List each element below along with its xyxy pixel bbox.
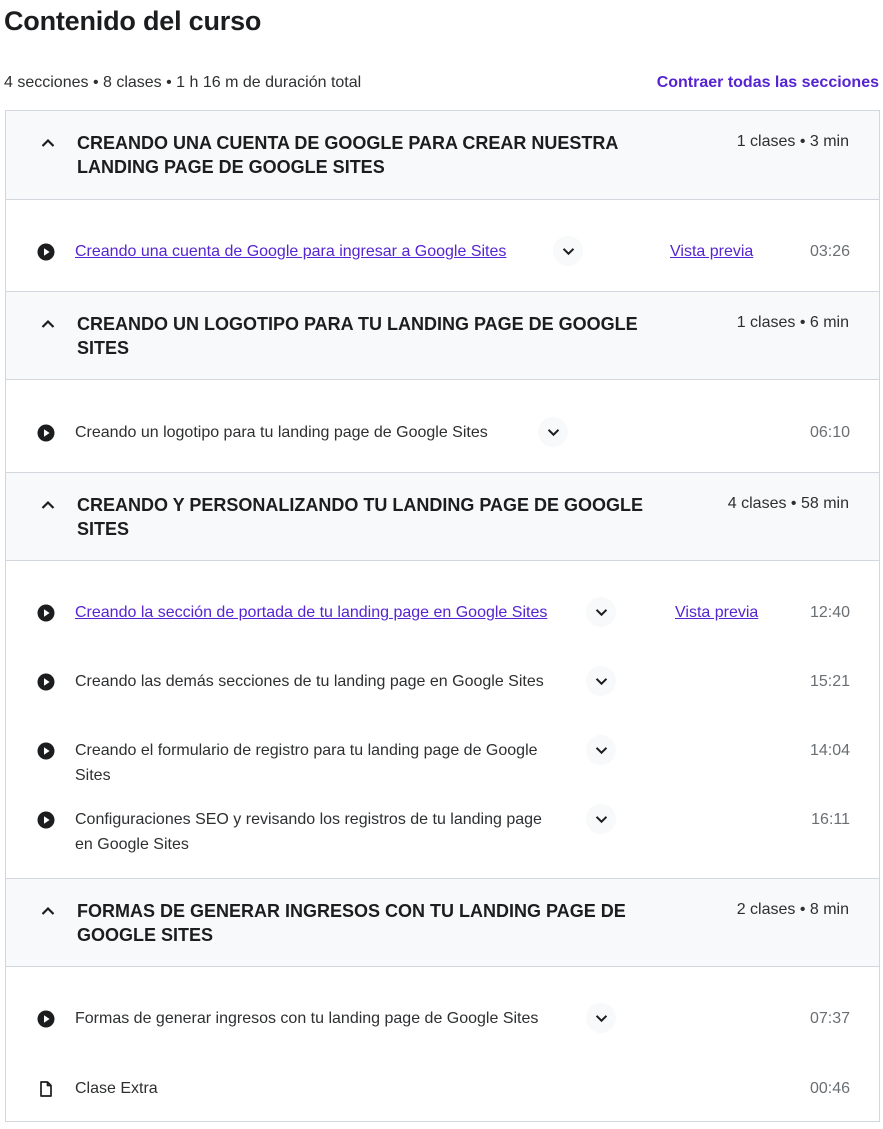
lesson-duration: 06:10 — [809, 424, 850, 441]
lesson-expand-button[interactable] — [586, 1003, 616, 1033]
lesson-duration: 03:26 — [809, 243, 850, 260]
lesson-item: Creando un logotipo para tu landing page… — [5, 410, 880, 455]
lesson-title: Formas de generar ingresos con tu landin… — [75, 1010, 539, 1027]
lesson-duration: 14:04 — [809, 742, 850, 759]
section-title: Creando un logotipo para tu landing page… — [77, 314, 638, 358]
lesson-title[interactable]: Creando la sección de portada de tu land… — [75, 600, 555, 625]
preview-link[interactable]: Vista previa — [670, 239, 753, 264]
section-header[interactable]: Creando una cuenta de Google para crear … — [6, 111, 879, 200]
collapse-all-sections-button[interactable]: Contraer todas las secciones — [657, 74, 879, 92]
lesson-item: Creando las demás secciones de tu landin… — [5, 659, 880, 704]
lesson-duration: 16:11 — [811, 811, 850, 828]
play-circle-icon — [37, 811, 55, 829]
section-meta: 4 clases • 58 min — [727, 495, 849, 512]
play-circle-icon — [37, 424, 55, 442]
chevron-up-icon — [41, 319, 55, 328]
lesson-title: Creando las demás secciones de tu landin… — [75, 673, 544, 690]
course-summary: 4 secciones • 8 clases • 1 h 16 m de dur… — [4, 74, 362, 91]
lesson-title: Clase Extra — [75, 1080, 158, 1097]
chevron-down-icon — [595, 815, 607, 823]
play-circle-icon — [37, 673, 55, 691]
section-header[interactable]: Formas de generar ingresos con tu landin… — [6, 878, 879, 967]
lesson-title: Creando el formulario de registro para t… — [75, 742, 538, 784]
lesson-title: Configuraciones SEO y revisando los regi… — [75, 811, 542, 853]
lesson-duration: 12:40 — [809, 604, 850, 621]
chevron-down-icon — [562, 247, 574, 255]
lesson-duration: 00:46 — [809, 1080, 850, 1097]
lesson-item: Creando la sección de portada de tu land… — [5, 590, 880, 635]
lesson-duration: 07:37 — [809, 1010, 850, 1027]
chevron-down-icon — [595, 746, 607, 754]
lesson-duration: 15:21 — [809, 673, 850, 690]
section-header[interactable]: Creando y personalizando tu landing page… — [6, 472, 879, 561]
lesson-item: Creando el formulario de registro para t… — [5, 728, 880, 784]
lesson-item: Formas de generar ingresos con tu landin… — [5, 996, 880, 1041]
course-summary-row: 4 secciones • 8 clases • 1 h 16 m de dur… — [4, 74, 879, 96]
chevron-up-icon — [41, 138, 55, 147]
chevron-down-icon — [595, 608, 607, 616]
lesson-expand-button[interactable] — [553, 236, 583, 266]
lesson-item: Creando una cuenta de Google para ingres… — [5, 229, 880, 274]
section-title: Formas de generar ingresos con tu landin… — [77, 901, 626, 945]
chevron-down-icon — [547, 428, 559, 436]
chevron-up-icon — [41, 500, 55, 509]
lesson-expand-button[interactable] — [586, 804, 616, 834]
section-title: Creando y personalizando tu landing page… — [77, 495, 644, 539]
lesson-item: Clase Extra 00:46 — [5, 1066, 880, 1111]
section-meta: 1 clases • 6 min — [736, 314, 849, 331]
section-meta: 2 clases • 8 min — [736, 901, 849, 918]
lesson-expand-button[interactable] — [586, 735, 616, 765]
section-meta: 1 clases • 3 min — [736, 133, 849, 150]
lesson-expand-button[interactable] — [586, 597, 616, 627]
lesson-expand-button[interactable] — [586, 666, 616, 696]
chevron-down-icon — [595, 1014, 607, 1022]
play-circle-icon — [37, 1010, 55, 1028]
preview-link[interactable]: Vista previa — [675, 600, 758, 625]
lesson-title[interactable]: Creando una cuenta de Google para ingres… — [75, 239, 555, 264]
lesson-title: Creando un logotipo para tu landing page… — [75, 424, 488, 441]
play-circle-icon — [37, 243, 55, 261]
play-circle-icon — [37, 742, 55, 760]
file-icon — [40, 1081, 52, 1097]
lesson-item: Configuraciones SEO y revisando los regi… — [5, 797, 880, 853]
chevron-down-icon — [595, 677, 607, 685]
section-title: Creando una cuenta de Google para crear … — [77, 133, 618, 177]
lesson-expand-button[interactable] — [538, 417, 568, 447]
play-circle-icon — [37, 604, 55, 622]
page-title: Contenido del curso — [4, 6, 262, 36]
chevron-up-icon — [41, 906, 55, 915]
section-header[interactable]: Creando un logotipo para tu landing page… — [6, 291, 879, 380]
